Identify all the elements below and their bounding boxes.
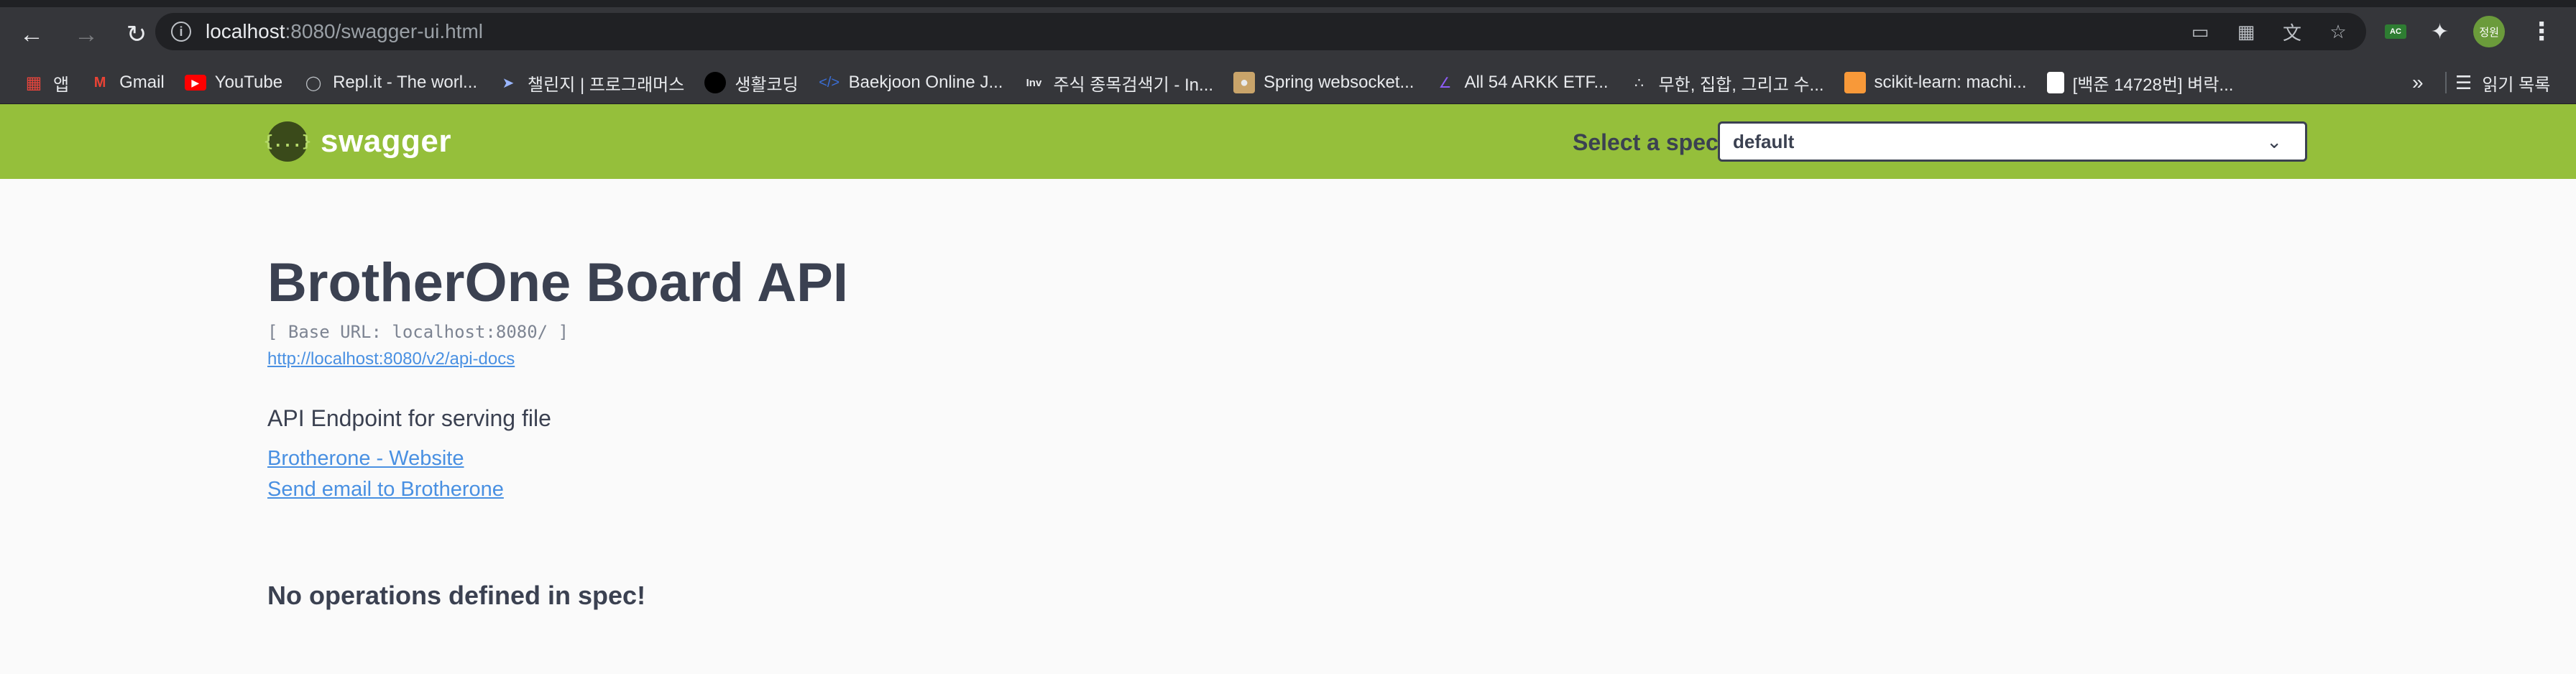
bookmark-spring-websocket[interactable]: ● Spring websocket... xyxy=(1225,67,1422,98)
omnibox-actions: ▭ ▦ 文 ☆ xyxy=(2188,13,2350,50)
extensions-puzzle-icon[interactable]: ✦ xyxy=(2431,19,2449,45)
bookmark-star-icon[interactable]: ☆ xyxy=(2326,19,2350,44)
bookmark-infinity[interactable]: ∴ 무한, 집합, 그리고 수... xyxy=(1620,67,1833,98)
window-top-strip xyxy=(0,0,2576,7)
bookmarks-overflow-icon[interactable]: » xyxy=(2412,62,2424,103)
dog-icon: ● xyxy=(1233,72,1256,93)
url-path: :8080/swagger-ui.html xyxy=(285,20,483,42)
bookmark-opentutorials[interactable]: 생활코딩 xyxy=(696,67,806,98)
extension-ac-icon[interactable]: AC xyxy=(2385,24,2406,39)
bookmark-label: 생활코딩 xyxy=(735,75,799,95)
replit-icon: ◯ xyxy=(305,75,322,91)
reload-icon[interactable]: ↻ xyxy=(118,16,155,53)
bookmark-investing[interactable]: Inv 주식 종목검색기 - In... xyxy=(1014,67,1222,98)
profile-avatar[interactable]: 정원 xyxy=(2473,16,2506,47)
select-spec-label: Select a spec xyxy=(1573,129,1719,155)
reading-list-button[interactable]: ☰ 읽기 목록 xyxy=(2455,62,2550,103)
bookmarks-divider xyxy=(2445,72,2447,93)
opentutorials-icon xyxy=(704,72,727,93)
bookmark-baekjoon-14728[interactable]: [백준 14728번] 벼락... xyxy=(2038,67,2242,98)
gmail-icon: M xyxy=(93,74,106,91)
url-text[interactable]: localhost:8080/swagger-ui.html xyxy=(206,20,483,43)
bookmark-label: 챌린지 | 프로그래머스 xyxy=(528,75,685,95)
bookmark-label: Baekjoon Online J... xyxy=(848,73,1003,92)
browser-extensions: AC ✦ 정원 ⋮ xyxy=(2385,13,2554,50)
swagger-logo-icon: {...} xyxy=(264,121,311,162)
investing-icon: Inv xyxy=(1026,76,1042,89)
scikit-icon xyxy=(1844,72,1866,93)
bookmark-label: 주식 종목검색기 - In... xyxy=(1053,75,1214,95)
contact-website-link[interactable]: Brotherone - Website xyxy=(267,447,464,471)
api-description: API Endpoint for serving file xyxy=(267,405,551,431)
bookmark-scikit-learn[interactable]: scikit-learn: machi... xyxy=(1836,67,2036,98)
bookmark-label: All 54 ARKK ETF... xyxy=(1464,73,1609,92)
bookmark-apps[interactable]: ▦ 앱 xyxy=(14,67,78,98)
bookmark-label: 앱 xyxy=(53,75,70,95)
bookmark-label: Gmail xyxy=(119,73,165,92)
reading-list-label: 읽기 목록 xyxy=(2482,75,2551,95)
contact-email-link[interactable]: Send email to Brotherone xyxy=(267,478,504,502)
forward-icon[interactable]: → xyxy=(68,16,105,53)
bookmark-gmail[interactable]: M Gmail xyxy=(80,67,173,98)
no-operations-message: No operations defined in spec! xyxy=(267,581,646,610)
programmers-icon: ➤ xyxy=(502,75,515,91)
swagger-logo[interactable]: {...} swagger xyxy=(264,121,452,162)
reading-list-icon: ☰ xyxy=(2455,71,2472,93)
bookmark-label: 무한, 집합, 그리고 수... xyxy=(1658,75,1824,95)
bookmark-baekjoon[interactable]: </> Baekjoon Online J... xyxy=(810,67,1012,98)
spec-select-value: default xyxy=(1733,130,1795,152)
dots-icon: ∴ xyxy=(1634,75,1644,91)
url-host: localhost xyxy=(206,20,285,42)
translate-icon[interactable]: 文 xyxy=(2280,19,2304,44)
api-docs-link[interactable]: http://localhost:8080/v2/api-docs xyxy=(267,349,515,369)
chevron-down-icon: ⌄ xyxy=(2266,131,2282,152)
back-icon[interactable]: ← xyxy=(13,16,50,53)
youtube-icon: ▶ xyxy=(184,75,206,91)
bookmark-label: scikit-learn: machi... xyxy=(1874,73,2027,92)
bookmark-replit[interactable]: ◯ Repl.it - The worl... xyxy=(294,67,486,98)
code-brackets-icon: </> xyxy=(819,74,840,91)
page-icon xyxy=(2046,72,2064,93)
bookmark-label: Spring websocket... xyxy=(1264,73,1414,92)
base-url: [ Base URL: localhost:8080/ ] xyxy=(267,322,569,342)
qr-code-icon[interactable]: ▦ xyxy=(2234,19,2258,44)
cast-icon[interactable]: ▭ xyxy=(2188,19,2212,44)
bookmark-arkk[interactable]: ∠ All 54 ARKK ETF... xyxy=(1425,67,1616,98)
spec-select[interactable]: default ⌄ xyxy=(1718,121,2307,162)
site-info-icon[interactable]: i xyxy=(171,22,191,42)
bookmark-label: [백준 14728번] 벼락... xyxy=(2072,75,2234,95)
bookmark-label: Repl.it - The worl... xyxy=(333,73,478,92)
bookmark-programmers[interactable]: ➤ 챌린지 | 프로그래머스 xyxy=(489,67,693,98)
swagger-logo-text: swagger xyxy=(321,124,452,159)
apps-grid-icon: ▦ xyxy=(25,73,42,93)
bookmark-youtube[interactable]: ▶ YouTube xyxy=(176,67,291,98)
api-title: BrotherOne Board API xyxy=(267,252,848,313)
swagger-topbar: {...} swagger Select a spec default ⌄ xyxy=(0,104,2576,179)
browser-menu-icon[interactable]: ⋮ xyxy=(2529,17,2554,46)
bookmark-label: YouTube xyxy=(214,73,283,92)
address-bar[interactable]: i localhost:8080/swagger-ui.html ▭ ▦ 文 ☆ xyxy=(155,13,2366,50)
bookmarks-bar: ▦ 앱 M Gmail ▶ YouTube ◯ Repl.it - The wo… xyxy=(0,62,2576,104)
chart-icon: ∠ xyxy=(1438,75,1452,91)
